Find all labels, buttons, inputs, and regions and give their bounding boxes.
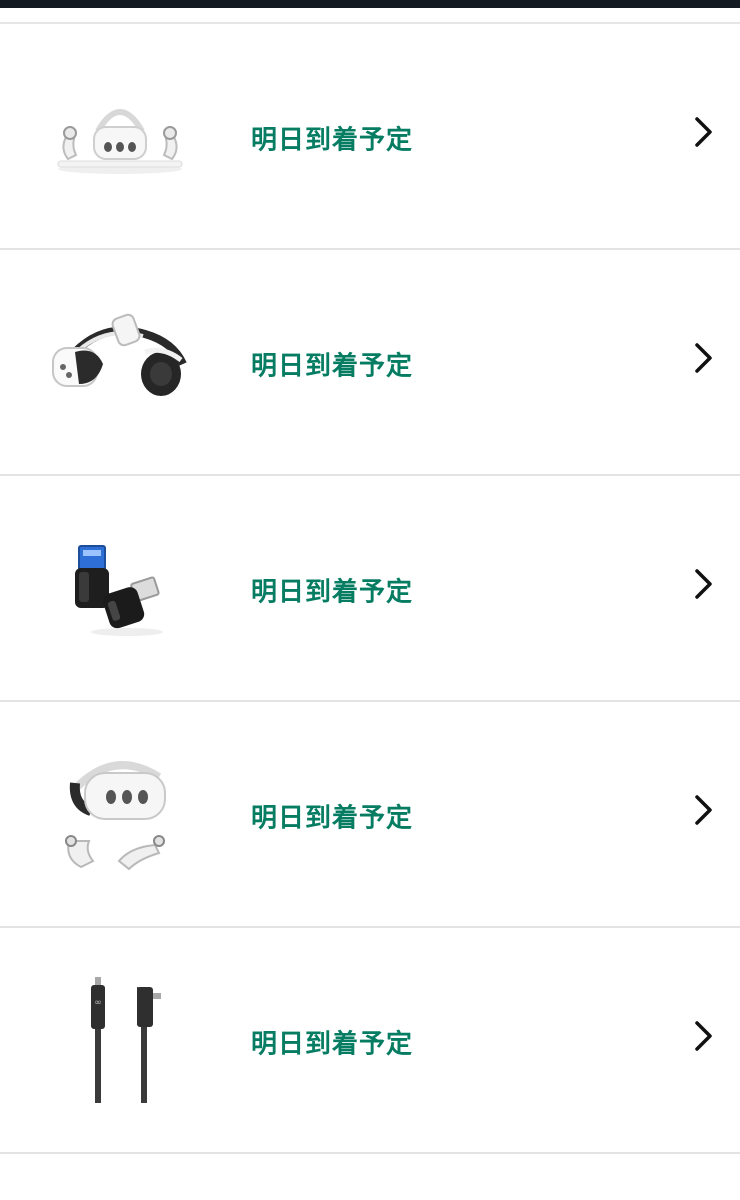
delivery-status-text: 明日到着予定	[251, 803, 414, 834]
svg-text:∞: ∞	[94, 998, 102, 1008]
elite-strap-headset-icon	[40, 292, 200, 432]
chevron-right-icon[interactable]	[688, 115, 718, 149]
chevron-right-icon[interactable]	[688, 341, 718, 375]
headset-with-controllers-icon	[40, 66, 200, 206]
usb-adapter-icon	[40, 518, 200, 658]
order-item-row[interactable]: 明日到着予定	[0, 476, 740, 702]
delivery-status-text: 明日到着予定	[251, 125, 414, 156]
delivery-status-text: 明日到着予定	[251, 351, 414, 382]
chevron-right-icon[interactable]	[688, 567, 718, 601]
order-item-row[interactable]: ∞ 明日到着予定	[0, 928, 740, 1154]
delivery-status-text: 明日到着予定	[251, 577, 414, 608]
chevron-right-icon[interactable]	[688, 1019, 718, 1053]
top-app-bar	[0, 0, 740, 8]
order-item-row[interactable]: 明日到着予定	[0, 250, 740, 476]
chevron-right-icon[interactable]	[688, 793, 718, 827]
headset-controllers-set-icon	[40, 744, 200, 884]
order-item-row[interactable]: 明日到着予定	[0, 702, 740, 928]
order-items-list: 明日到着予定 明日到着予定 明日到着予定 明日到着予定 ∞ 明日到着予定	[0, 24, 740, 1154]
usb-c-link-cable-icon: ∞	[40, 970, 200, 1110]
delivery-status-text: 明日到着予定	[251, 1029, 414, 1060]
order-item-row[interactable]: 明日到着予定	[0, 24, 740, 250]
